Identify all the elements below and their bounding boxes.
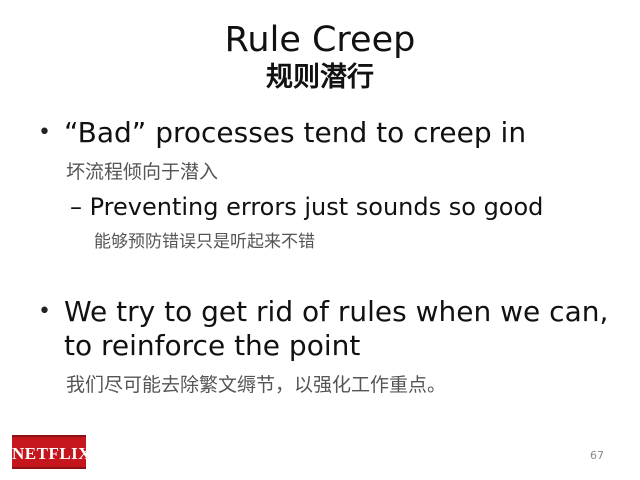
bullet-2-translation: 我们尽可能去除繁文缛节，以强化工作重点。 — [66, 374, 447, 396]
netflix-logo: NETFLIX — [12, 435, 91, 469]
bullet-marker-2: • — [38, 299, 51, 324]
bullet-2-line-1: We try to get rid of rules when we can, — [64, 295, 609, 328]
slide-subtitle: 规则潜行 — [266, 62, 374, 93]
slide: Rule Creep 规则潜行 • “Bad” processes tend t… — [0, 0, 640, 480]
bullet-2-line-2: to reinforce the point — [64, 329, 361, 362]
page-number: 67 — [590, 449, 604, 462]
bullet-1-text: “Bad” processes tend to creep in — [64, 116, 527, 149]
slide-title: Rule Creep — [224, 20, 416, 60]
bullet-marker-1: • — [38, 120, 51, 145]
sub-bullet-1-translation: 能够预防错误只是听起来不错 — [94, 232, 315, 252]
bullet-1-translation: 坏流程倾向于潜入 — [66, 161, 219, 183]
sub-bullet-1-text: – Preventing errors just sounds so good — [70, 193, 544, 221]
